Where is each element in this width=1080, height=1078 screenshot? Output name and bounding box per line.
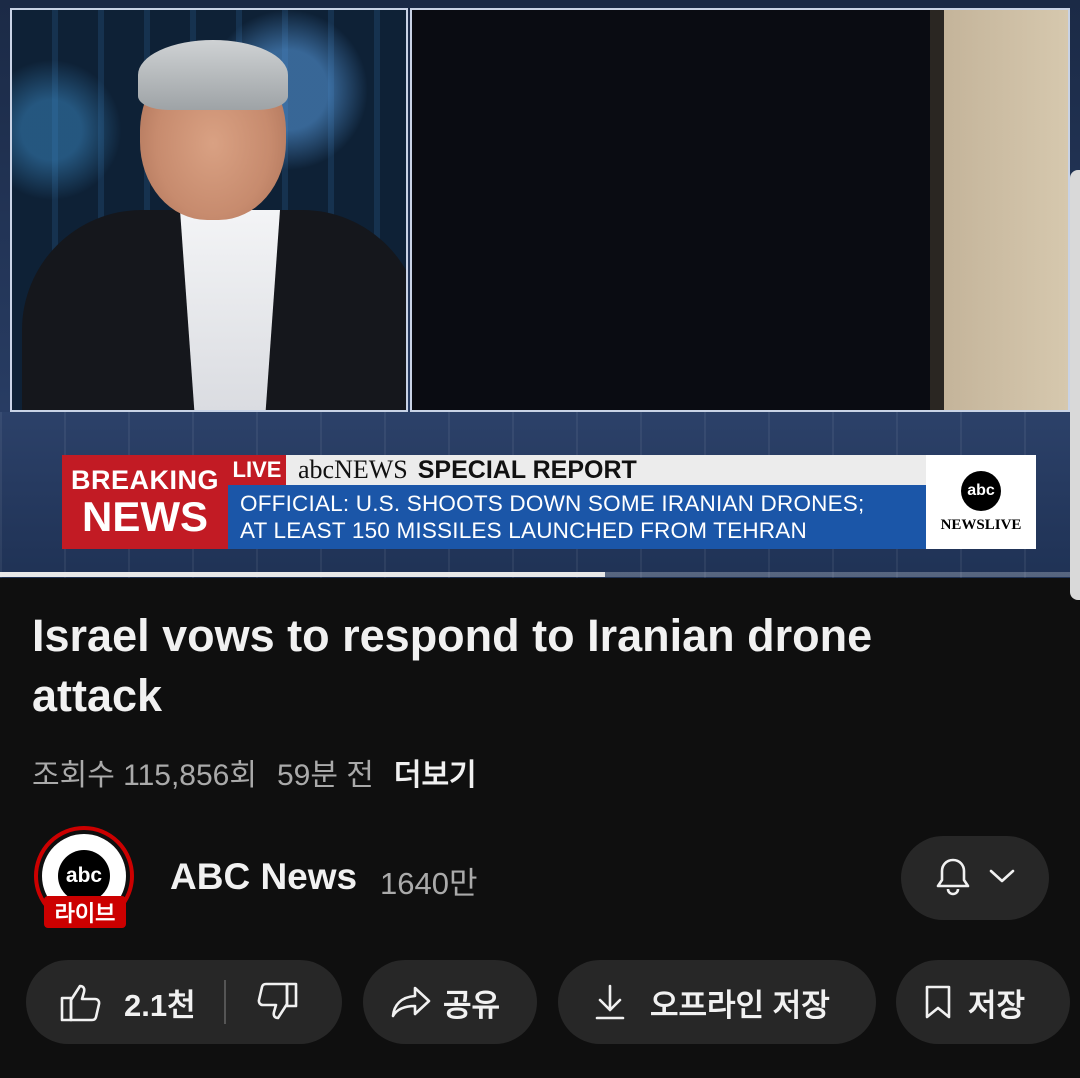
edge-panel-handle[interactable] [1070, 170, 1080, 600]
share-arrow-icon [391, 985, 431, 1019]
more-link[interactable]: 더보기 [394, 750, 477, 794]
subscriber-count: 1640만 [380, 866, 478, 901]
headline-line-1: OFFICIAL: U.S. SHOOTS DOWN SOME IRANIAN … [240, 491, 865, 516]
breaking-label: BREAKING [70, 464, 219, 495]
wall-edge [930, 10, 1068, 410]
live-tag: LIVE [228, 455, 286, 485]
thumbs-down-icon [256, 982, 298, 1022]
channel-avatar[interactable]: abc 라이브 [34, 826, 138, 930]
video-player[interactable]: BREAKING NEWS LIVE abcNEWS SPECIAL REPOR… [0, 0, 1080, 578]
like-count: 2.1천 [124, 987, 196, 1023]
night-sky-feed [410, 8, 1070, 412]
breaking-news-box: BREAKING NEWS [62, 455, 228, 549]
like-button[interactable]: 2.1천 [60, 980, 196, 1025]
progress-bar[interactable] [0, 572, 1080, 577]
download-button[interactable]: 오프라인 저장 [558, 960, 876, 1044]
subscription-bell-button[interactable] [901, 836, 1049, 920]
save-label: 저장 [968, 987, 1026, 1023]
live-badge: 라이브 [44, 896, 126, 928]
progress-bar-fill [0, 572, 605, 577]
dislike-button[interactable] [256, 982, 298, 1022]
channel-name[interactable]: ABC News [170, 856, 357, 898]
download-label: 오프라인 저장 [650, 987, 830, 1023]
special-report-bar: abcNEWS SPECIAL REPORT [286, 455, 926, 485]
video-meta[interactable]: 조회수 115,856회 59분 전 더보기 [32, 750, 477, 794]
view-count: 조회수 115,856회 [32, 759, 257, 792]
save-button[interactable]: 저장 [896, 960, 1070, 1044]
share-button[interactable]: 공유 [363, 960, 537, 1044]
bell-icon [935, 856, 971, 901]
share-label: 공유 [443, 987, 501, 1023]
chevron-down-icon [989, 868, 1015, 889]
divider [223, 980, 226, 1024]
network-name: abcNEWS [298, 455, 408, 484]
special-report-label: SPECIAL REPORT [417, 455, 637, 484]
headline-bar: OFFICIAL: U.S. SHOOTS DOWN SOME IRANIAN … [228, 485, 926, 549]
news-label: NEWS [82, 492, 208, 540]
abc-logo-disc: abc [961, 470, 1001, 511]
abc-news-live-logo: abc NEWSLIVE [926, 455, 1036, 549]
anchor-hair [138, 40, 288, 110]
lower-third-banner: BREAKING NEWS LIVE abcNEWS SPECIAL REPOR… [62, 455, 1040, 549]
bookmark-icon [924, 984, 952, 1020]
upload-age: 59분 전 [276, 759, 374, 792]
anchor-shirt [180, 210, 280, 410]
thumbs-up-icon [60, 982, 102, 1022]
anchor-feed [10, 8, 408, 412]
download-icon [594, 983, 626, 1021]
newslive-label: NEWSLIVE [940, 516, 1022, 533]
video-title[interactable]: Israel vows to respond to Iranian drone … [32, 606, 1012, 726]
like-dislike-group: 2.1천 [26, 960, 342, 1044]
headline-line-2: AT LEAST 150 MISSILES LAUNCHED FROM TEHR… [240, 518, 807, 543]
abc-logo: abc [58, 850, 110, 902]
